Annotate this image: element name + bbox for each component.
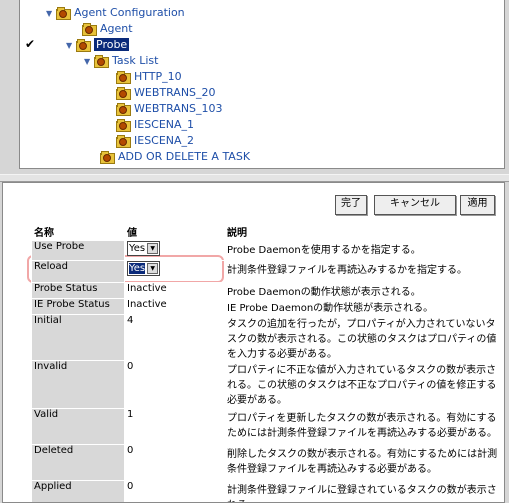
header-description: 説明 [225,228,502,241]
property-name: Probe Status [32,283,125,299]
apply-button[interactable]: 適用 [460,195,495,215]
property-name: Reload [32,261,125,283]
property-description: 計測条件登録ファイルに登録されているタスクの数が表示される。 [225,481,502,503]
use-probe-select[interactable]: Yes▼ [127,241,160,256]
property-value: 0 [125,361,225,409]
tree-label-agent[interactable]: Agent [100,22,133,35]
properties-table: 名称 値 説明 Use Probe Yes▼ Probe Daemonを使用する… [31,227,502,503]
collapse-icon[interactable]: ▼ [66,38,76,54]
tree-node-task[interactable]: IESCENA_2 [116,133,194,149]
folder-gear-icon [116,135,130,146]
property-description: プロパティを更新したタスクの数が表示される。有効にするためには計測条件登録ファイ… [225,409,502,445]
property-value: Inactive [125,283,225,299]
reload-select[interactable]: Yes▼ [127,261,160,276]
cancel-button[interactable]: キャンセル [374,195,456,215]
table-row: Applied 0 計測条件登録ファイルに登録されているタスクの数が表示される。 [32,481,502,503]
tree-node-task[interactable]: IESCENA_1 [116,117,194,133]
table-row: Probe Status Inactive Probe Daemonの動作状態が… [32,283,502,299]
folder-gear-icon [116,87,130,98]
tree-panel: ▼Agent Configuration Agent ✔ ▼Probe ▼Tas… [19,0,505,169]
tree-node-task[interactable]: WEBTRANS_103 [116,101,223,117]
folder-gear-icon [116,119,130,130]
tree-label-agent-configuration[interactable]: Agent Configuration [74,6,185,19]
property-description: 削除したタスクの数が表示される。有効にするためには計測条件登録ファイルを再読込み… [225,445,502,481]
property-name: IE Probe Status [32,299,125,315]
table-row: IE Probe Status Inactive IE Probe Daemon… [32,299,502,315]
property-name: Deleted [32,445,125,481]
tree-node-task[interactable]: WEBTRANS_20 [116,85,216,101]
property-value: 1 [125,409,225,445]
tree-node-agent-configuration[interactable]: ▼ Agent Configuration [46,5,185,21]
tree-label-probe[interactable]: Probe [94,38,129,51]
tree-label-task[interactable]: WEBTRANS_103 [134,102,223,115]
tree-label-add-delete-task[interactable]: ADD OR DELETE A TASK [118,150,250,163]
tree-label-task[interactable]: WEBTRANS_20 [134,86,216,99]
property-name: Initial [32,315,125,361]
folder-gear-icon [116,71,130,82]
table-row: Invalid 0 プロパティに不正な値が入力されているタスクの数が表示される。… [32,361,502,409]
folder-gear-icon [100,151,114,162]
folder-gear-icon [116,103,130,114]
tree-node-probe[interactable]: ▼ Probe [66,37,129,53]
property-value: Inactive [125,299,225,315]
property-value: 4 [125,315,225,361]
property-name: Valid [32,409,125,445]
folder-gear-icon [94,55,108,66]
dropdown-arrow-icon[interactable]: ▼ [147,243,158,254]
dropdown-arrow-icon[interactable]: ▼ [147,263,158,274]
tree-label-task-list[interactable]: Task List [112,54,158,67]
property-value: 0 [125,445,225,481]
tree-node-task[interactable]: HTTP_10 [116,69,182,85]
properties-panel: 完了 キャンセル 適用 名称 値 説明 Use Probe Yes▼ Probe… [2,182,505,503]
tree-label-task[interactable]: HTTP_10 [134,70,182,83]
tree-node-agent[interactable]: Agent [82,21,133,37]
table-row: Valid 1 プロパティを更新したタスクの数が表示される。有効にするためには計… [32,409,502,445]
collapse-icon[interactable]: ▼ [84,54,94,70]
property-description: 計測条件登録ファイルを再読込みするかを指定する。 [225,261,502,283]
property-description: プロパティに不正な値が入力されているタスクの数が表示される。この状態のタスクは不… [225,361,502,409]
tree-node-task-list[interactable]: ▼ Task List [84,53,158,69]
property-description: Probe Daemonの動作状態が表示される。 [225,283,502,299]
property-name: Use Probe [32,241,125,261]
tree-node-add-delete-task[interactable]: ADD OR DELETE A TASK [100,149,250,165]
table-row: Reload Yes▼ 計測条件登録ファイルを再読込みするかを指定する。 [32,261,502,283]
tree-label-task[interactable]: IESCENA_1 [134,118,194,131]
collapse-icon[interactable]: ▼ [46,6,56,22]
tree-label-task[interactable]: IESCENA_2 [134,134,194,147]
header-value: 値 [125,228,225,241]
header-name: 名称 [32,228,125,241]
table-row: Use Probe Yes▼ Probe Daemonを使用するかを指定する。 [32,241,502,261]
property-description: Probe Daemonを使用するかを指定する。 [225,241,502,261]
property-name: Applied [32,481,125,503]
checkmark-icon: ✔ [25,37,35,51]
folder-gear-icon [76,39,90,50]
table-row: Initial 4 タスクの追加を行ったが，プロパティが入力されていないタスクの… [32,315,502,361]
property-value: 0 [125,481,225,503]
folder-gear-icon [82,23,96,34]
property-name: Invalid [32,361,125,409]
folder-gear-icon [56,7,70,18]
property-description: IE Probe Daemonの動作状態が表示される。 [225,299,502,315]
frame-divider[interactable] [0,174,509,182]
property-description: タスクの追加を行ったが，プロパティが入力されていないタスクの数が表示される。この… [225,315,502,361]
done-button[interactable]: 完了 [335,195,367,215]
table-row: Deleted 0 削除したタスクの数が表示される。有効にするためには計測条件登… [32,445,502,481]
